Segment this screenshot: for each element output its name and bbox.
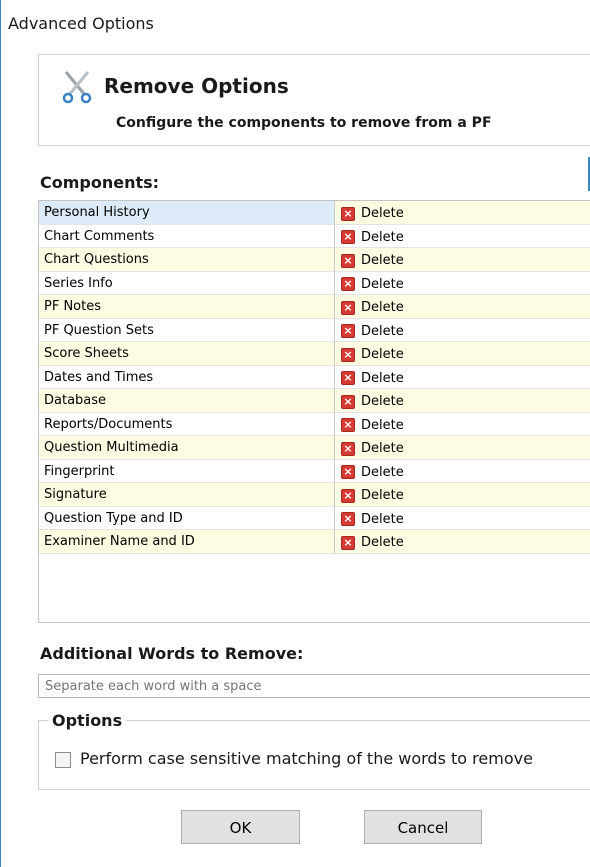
delete-action[interactable]: × Delete <box>335 201 590 225</box>
component-row[interactable]: Examiner Name and ID × Delete <box>39 530 590 554</box>
delete-x-icon: × <box>341 465 355 480</box>
component-name: Score Sheets <box>39 342 335 366</box>
scissors-icon <box>62 71 92 104</box>
component-name: PF Notes <box>39 295 335 319</box>
delete-label: Delete <box>361 347 404 363</box>
component-name: Examiner Name and ID <box>39 530 335 554</box>
component-name: Series Info <box>39 271 335 295</box>
component-name: PF Question Sets <box>39 318 335 342</box>
page-title: Remove Options <box>104 74 289 98</box>
component-row[interactable]: Signature × Delete <box>39 483 590 507</box>
delete-label: Delete <box>361 417 404 433</box>
window-title: Advanced Options <box>8 14 154 33</box>
ok-button[interactable]: OK <box>181 810 300 844</box>
component-row[interactable]: Database × Delete <box>39 389 590 413</box>
component-name: Question Type and ID <box>39 506 335 530</box>
delete-action[interactable]: × Delete <box>335 225 590 248</box>
words-heading: Additional Words to Remove: <box>40 644 304 663</box>
delete-x-icon: × <box>341 277 355 292</box>
delete-x-icon: × <box>341 418 355 433</box>
delete-label: Delete <box>361 253 404 269</box>
delete-label: Delete <box>361 511 404 527</box>
delete-action[interactable]: × Delete <box>335 295 590 319</box>
component-name: Reports/Documents <box>39 412 335 436</box>
delete-x-icon: × <box>341 324 355 339</box>
words-input[interactable] <box>38 674 590 698</box>
delete-action[interactable]: × Delete <box>335 530 590 554</box>
delete-x-icon: × <box>341 300 355 315</box>
delete-action[interactable]: × Delete <box>335 248 590 272</box>
component-name: Chart Questions <box>39 248 335 272</box>
delete-action[interactable]: × Delete <box>335 436 590 460</box>
delete-label: Delete <box>361 300 404 316</box>
delete-label: Delete <box>361 206 404 222</box>
delete-x-icon: × <box>341 441 355 456</box>
delete-action[interactable]: × Delete <box>335 272 590 295</box>
component-row[interactable]: Chart Questions × Delete <box>39 248 590 272</box>
case-sensitive-label[interactable]: Perform case sensitive matching of the w… <box>80 749 533 768</box>
component-row[interactable]: PF Question Sets × Delete <box>39 318 590 342</box>
component-row[interactable]: Question Multimedia × Delete <box>39 436 590 460</box>
component-name: Signature <box>39 483 335 507</box>
delete-action[interactable]: × Delete <box>335 342 590 366</box>
delete-label: Delete <box>361 370 404 386</box>
component-name: Dates and Times <box>39 365 335 389</box>
delete-x-icon: × <box>341 253 355 268</box>
options-legend: Options <box>48 711 127 730</box>
delete-label: Delete <box>361 535 404 551</box>
delete-x-icon: × <box>341 394 355 409</box>
component-row[interactable]: PF Notes × Delete <box>39 295 590 319</box>
delete-x-icon: × <box>341 488 355 503</box>
component-row[interactable]: Fingerprint × Delete <box>39 459 590 483</box>
window-border <box>0 0 1 867</box>
components-heading: Components: <box>40 173 160 192</box>
page-subtitle: Configure the components to remove from … <box>116 115 492 131</box>
delete-action[interactable]: × Delete <box>335 366 590 389</box>
delete-action[interactable]: × Delete <box>335 460 590 483</box>
delete-label: Delete <box>361 488 404 504</box>
delete-x-icon: × <box>341 512 355 527</box>
component-row[interactable]: Dates and Times × Delete <box>39 365 590 389</box>
delete-x-icon: × <box>341 535 355 550</box>
delete-label: Delete <box>361 323 404 339</box>
delete-label: Delete <box>361 276 404 292</box>
delete-label: Delete <box>361 229 404 245</box>
component-row[interactable]: Score Sheets × Delete <box>39 342 590 366</box>
component-row[interactable]: Chart Comments × Delete <box>39 224 590 248</box>
cancel-button[interactable]: Cancel <box>364 810 482 844</box>
component-row[interactable]: Series Info × Delete <box>39 271 590 295</box>
delete-x-icon: × <box>341 371 355 386</box>
delete-x-icon: × <box>341 230 355 245</box>
delete-action[interactable]: × Delete <box>335 507 590 530</box>
delete-action[interactable]: × Delete <box>335 413 590 436</box>
delete-action[interactable]: × Delete <box>335 483 590 507</box>
delete-label: Delete <box>361 441 404 457</box>
delete-x-icon: × <box>341 347 355 362</box>
case-sensitive-checkbox[interactable] <box>55 752 71 768</box>
component-name: Database <box>39 389 335 413</box>
component-name: Fingerprint <box>39 459 335 483</box>
component-name: Personal History <box>39 201 335 225</box>
header-panel <box>38 54 590 146</box>
component-name: Question Multimedia <box>39 436 335 460</box>
delete-action[interactable]: × Delete <box>335 389 590 413</box>
delete-x-icon: × <box>341 206 355 221</box>
delete-label: Delete <box>361 394 404 410</box>
component-row[interactable]: Personal History × Delete <box>39 201 590 225</box>
component-row[interactable]: Reports/Documents × Delete <box>39 412 590 436</box>
components-list[interactable]: Personal History × Delete Chart Comments × De… <box>38 200 590 623</box>
component-name: Chart Comments <box>39 224 335 248</box>
delete-action[interactable]: × Delete <box>335 319 590 342</box>
component-row[interactable]: Question Type and ID × Delete <box>39 506 590 530</box>
delete-label: Delete <box>361 464 404 480</box>
